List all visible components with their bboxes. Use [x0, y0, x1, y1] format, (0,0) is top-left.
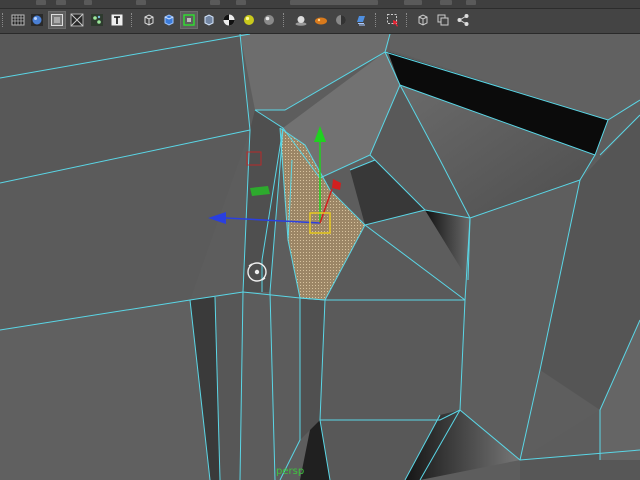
grey-sphere-icon[interactable] [260, 11, 278, 29]
shaded-wireframe-icon[interactable] [9, 11, 27, 29]
y-axis-arrow-icon [314, 126, 326, 142]
motion-blur-icon[interactable] [352, 11, 370, 29]
toolbar-separator [2, 13, 5, 27]
z-axis-handle [225, 217, 321, 224]
xray-icon[interactable] [200, 11, 218, 29]
menu-strip-partial [0, 0, 640, 9]
shadows-icon[interactable] [312, 11, 330, 29]
toolbar-separator [283, 13, 286, 27]
default-material-icon[interactable] [160, 11, 178, 29]
texture-display-icon[interactable] [88, 11, 106, 29]
sphere-light-icon[interactable] [240, 11, 258, 29]
bounding-box-icon[interactable] [140, 11, 158, 29]
select-camera-icon[interactable] [384, 11, 402, 29]
toolbar-separator [406, 13, 409, 27]
panel-toolbar [0, 9, 640, 34]
text-icon[interactable] [108, 11, 126, 29]
isolate-select-icon[interactable] [180, 11, 198, 29]
camera-lights-icon[interactable] [292, 11, 310, 29]
perspective-viewport[interactable]: persp [0, 34, 640, 480]
wireframe-on-shaded-icon[interactable] [68, 11, 86, 29]
shade-selected-icon[interactable] [48, 11, 66, 29]
camera-label: persp [276, 466, 305, 477]
z-axis-arrow-icon [208, 212, 226, 224]
toolbar-separator [131, 13, 134, 27]
move-manipulator[interactable] [0, 34, 640, 480]
ambient-occlusion-icon[interactable] [332, 11, 350, 29]
checker-icon[interactable] [220, 11, 238, 29]
x-axis-arrow-icon [332, 179, 341, 190]
smooth-shade-icon[interactable] [28, 11, 46, 29]
yz-plane-handle-icon [246, 151, 262, 166]
share-icon[interactable] [454, 11, 472, 29]
four-pane-icon[interactable] [434, 11, 452, 29]
two-pane-icon[interactable] [414, 11, 432, 29]
toolbar-separator [375, 13, 378, 27]
xz-plane-handle-icon [250, 186, 270, 196]
